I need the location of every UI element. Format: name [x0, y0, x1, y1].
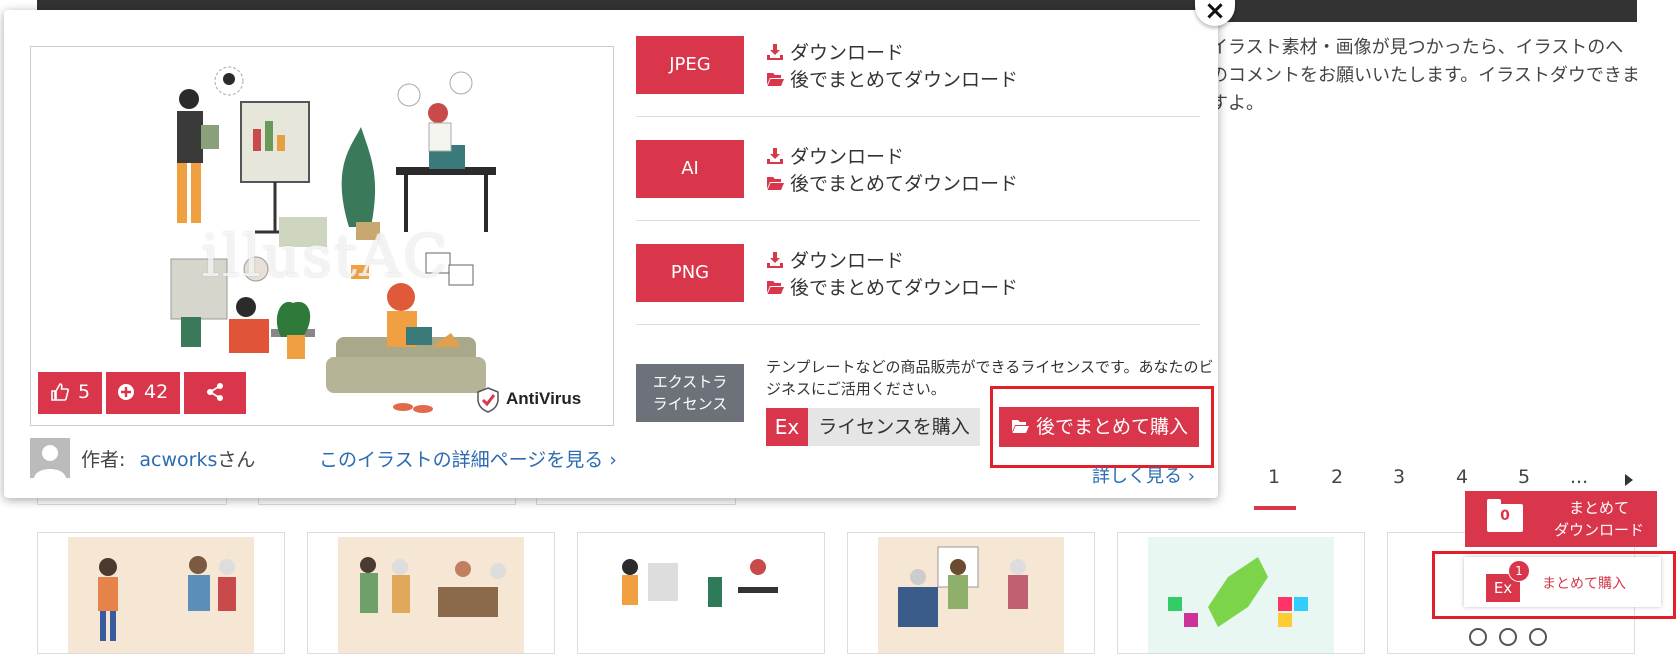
- folder-open-icon: [1011, 420, 1029, 433]
- download-modal: illustAC AntiVirus 5 42 作者: acworksさん このイ…: [4, 10, 1218, 498]
- folder-open-icon: [767, 73, 784, 86]
- next-page-icon[interactable]: [1624, 470, 1634, 492]
- divider: [636, 220, 1200, 221]
- download-ai-link[interactable]: ダウンロード: [766, 142, 904, 169]
- bulk-buy-count-badge: 1: [1508, 560, 1530, 582]
- author-name-link[interactable]: acworks: [139, 449, 217, 471]
- page-2-link[interactable]: 2: [1331, 466, 1343, 488]
- bulk-download-label: まとめて ダウンロード: [1553, 499, 1644, 539]
- buy-license-button[interactable]: ライセンスを購入: [808, 408, 980, 446]
- illustration-detail-link[interactable]: このイラストの詳細ページを見る ›: [319, 445, 617, 472]
- format-badge-jpeg: JPEG: [636, 36, 744, 94]
- thumbnail[interactable]: [307, 532, 555, 654]
- later-buy-button[interactable]: 後でまとめて購入: [999, 407, 1199, 447]
- author-label: 作者:: [81, 449, 126, 471]
- avatar: [30, 438, 70, 478]
- folder-open-icon: [767, 177, 784, 190]
- bulk-buy-button[interactable]: Ex 1 まとめて購入: [1464, 557, 1661, 607]
- active-page-indicator: [1254, 506, 1296, 510]
- bulk-download-count: 0: [1500, 508, 1510, 524]
- page-3-link[interactable]: 3: [1393, 466, 1405, 488]
- share-icon: [207, 383, 223, 401]
- thumbnail[interactable]: [1117, 532, 1365, 654]
- page-ellipsis: ...: [1570, 466, 1589, 488]
- page-4-link[interactable]: 4: [1456, 466, 1468, 488]
- antivirus-label: AntiVirus: [506, 389, 582, 408]
- download-icon: [767, 44, 783, 60]
- download-icon: [767, 148, 783, 164]
- author-suffix: さん: [217, 449, 256, 471]
- bulk-download-button[interactable]: 0 まとめて ダウンロード: [1465, 491, 1657, 547]
- add-count: 42: [144, 381, 169, 403]
- illustration-preview: illustAC AntiVirus: [30, 46, 614, 426]
- page-1-link[interactable]: 1: [1268, 466, 1280, 488]
- learn-more-link[interactable]: 詳しく見る ›: [1092, 462, 1195, 488]
- divider: [636, 116, 1200, 117]
- page-5-link[interactable]: 5: [1518, 466, 1530, 488]
- like-count: 5: [78, 381, 91, 403]
- thumbs-up-icon: [51, 383, 69, 401]
- extra-license-icon: Ex: [766, 408, 808, 446]
- format-badge-ai: AI: [636, 140, 744, 198]
- later-download-png-link[interactable]: 後でまとめてダウンロード: [766, 273, 1018, 300]
- thumbnail[interactable]: [847, 532, 1095, 654]
- format-badge-extra-license: エクストラ ライセンス: [636, 364, 744, 422]
- plus-circle-icon: [118, 384, 134, 400]
- thumbnail[interactable]: [577, 532, 825, 654]
- watermark: illustAC: [201, 222, 450, 290]
- author-info: 作者: acworksさん: [81, 445, 255, 472]
- shield-check-icon: [477, 387, 499, 413]
- format-badge-png: PNG: [636, 244, 744, 302]
- download-icon: [767, 252, 783, 268]
- page-description: イラスト素材・画像が見つかったら、イラストのへのコメントをお願いいたします。イラ…: [1210, 37, 1640, 114]
- add-collection-button[interactable]: 42: [106, 372, 180, 414]
- folder-icon: 0: [1487, 499, 1523, 532]
- share-button[interactable]: [184, 372, 246, 414]
- download-jpeg-link[interactable]: ダウンロード: [766, 38, 904, 65]
- divider: [636, 324, 1200, 325]
- folder-open-icon: [767, 281, 784, 294]
- download-png-link[interactable]: ダウンロード: [766, 246, 904, 273]
- later-download-ai-link[interactable]: 後でまとめてダウンロード: [766, 169, 1018, 196]
- bulk-buy-label: まとめて購入: [1542, 576, 1626, 592]
- like-button[interactable]: 5: [38, 372, 102, 414]
- later-download-jpeg-link[interactable]: 後でまとめてダウンロード: [766, 65, 1018, 92]
- thumbnail[interactable]: [37, 532, 285, 654]
